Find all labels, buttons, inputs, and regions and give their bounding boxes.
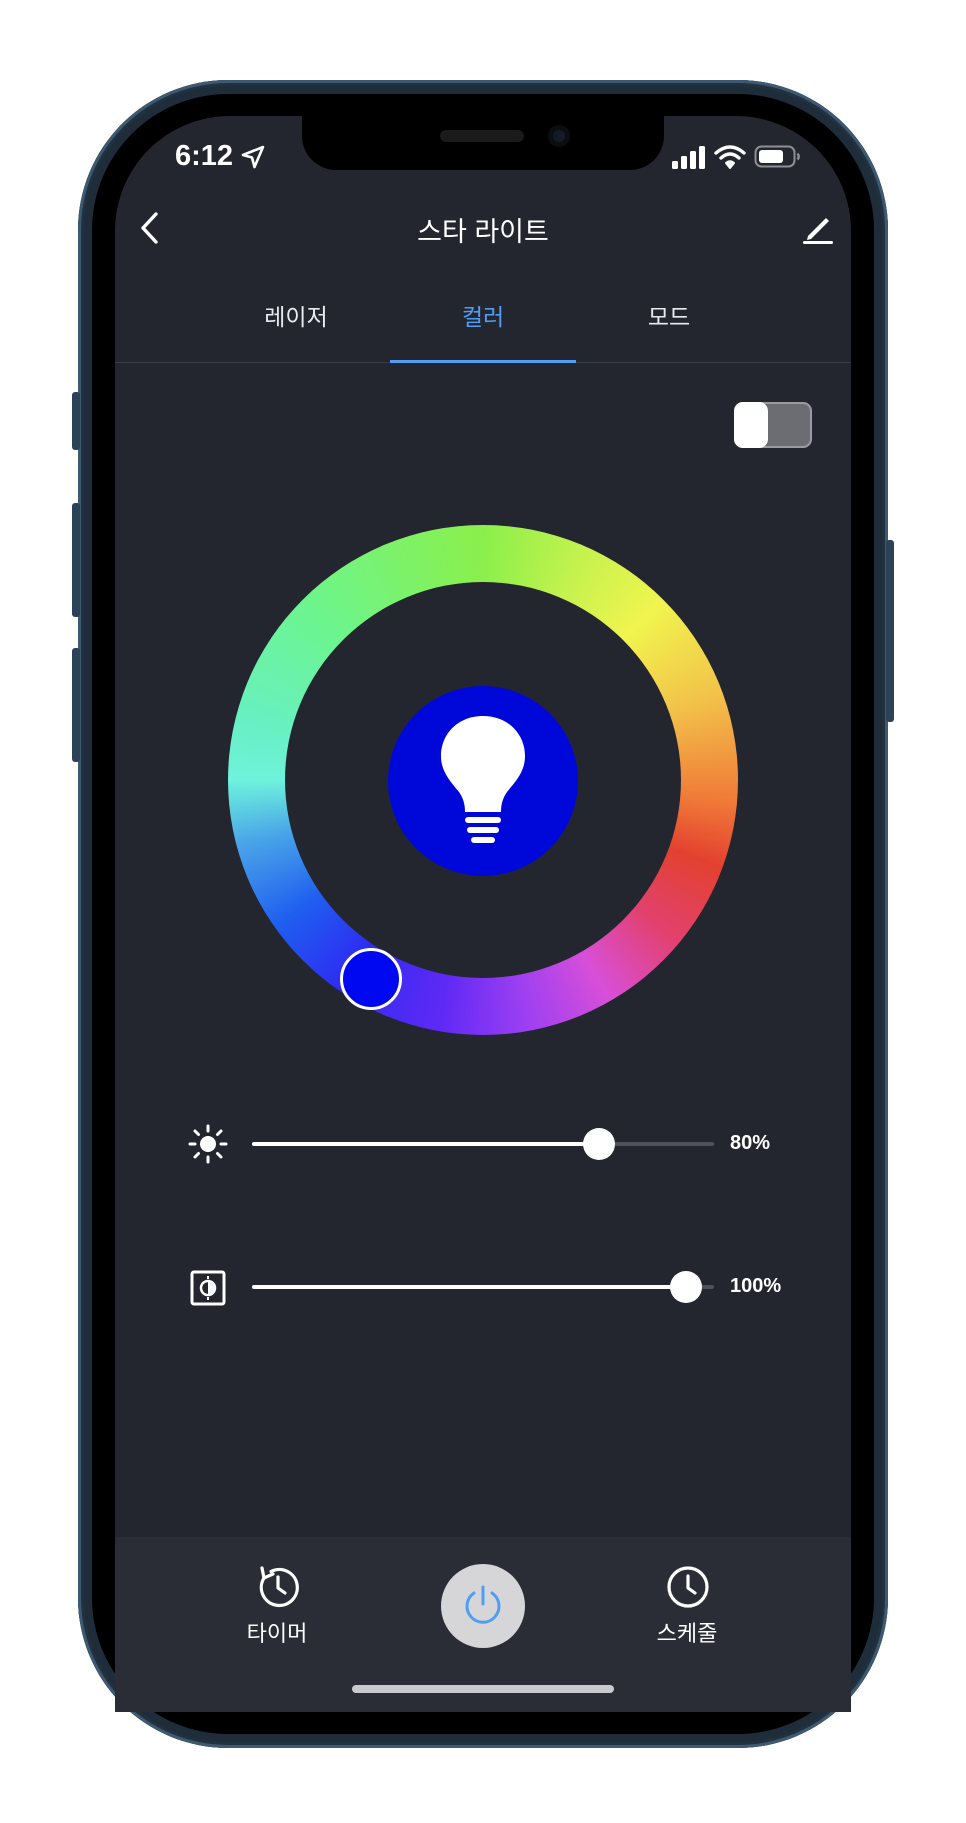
- timer-icon: [259, 1566, 299, 1608]
- tab-active-indicator: [390, 360, 576, 363]
- power-icon: [465, 1585, 501, 1624]
- power-toggle-knob[interactable]: [734, 402, 768, 448]
- schedule-button[interactable]: 스케줄: [627, 1564, 747, 1654]
- brightness-value: 80%: [730, 1132, 771, 1154]
- light-bulb-icon: [441, 716, 525, 843]
- silent-switch: [72, 392, 80, 450]
- brightness-slider-thumb[interactable]: [583, 1128, 616, 1160]
- battery-icon: [754, 145, 800, 168]
- status-time: 6:12: [175, 140, 234, 172]
- page-title: 스타 라이트: [417, 217, 549, 247]
- contrast-slider-thumb[interactable]: [670, 1271, 702, 1303]
- power-button[interactable]: [441, 1564, 525, 1648]
- home-indicator[interactable]: [352, 1685, 614, 1693]
- tab-laser[interactable]: 레이저: [203, 298, 389, 332]
- back-chevron-icon[interactable]: [138, 210, 164, 246]
- color-wheel-thumb[interactable]: [340, 948, 402, 1010]
- front-camera: [548, 125, 570, 147]
- contrast-icon: [190, 1270, 226, 1306]
- contrast-slider-fill: [252, 1285, 686, 1289]
- brightness-slider-fill: [252, 1142, 600, 1146]
- tab-mode[interactable]: 모드: [576, 298, 762, 332]
- wifi-icon: [714, 145, 746, 169]
- clock-icon: [667, 1566, 709, 1608]
- timer-button[interactable]: 타이머: [217, 1564, 337, 1654]
- timer-label: 타이머: [246, 1621, 308, 1646]
- volume-up-button: [72, 503, 80, 617]
- volume-down-button: [72, 648, 80, 762]
- location-arrow-icon: [241, 145, 265, 169]
- cellular-signal-icon: [672, 146, 705, 169]
- earpiece-speaker: [440, 130, 524, 142]
- brightness-sun-icon: [188, 1124, 228, 1164]
- edit-pencil-icon[interactable]: [800, 210, 836, 246]
- tab-color[interactable]: 컬러: [390, 298, 576, 332]
- schedule-label: 스케줄: [656, 1621, 718, 1646]
- notch: [302, 114, 664, 170]
- side-button: [886, 540, 894, 722]
- contrast-value: 100%: [730, 1275, 782, 1297]
